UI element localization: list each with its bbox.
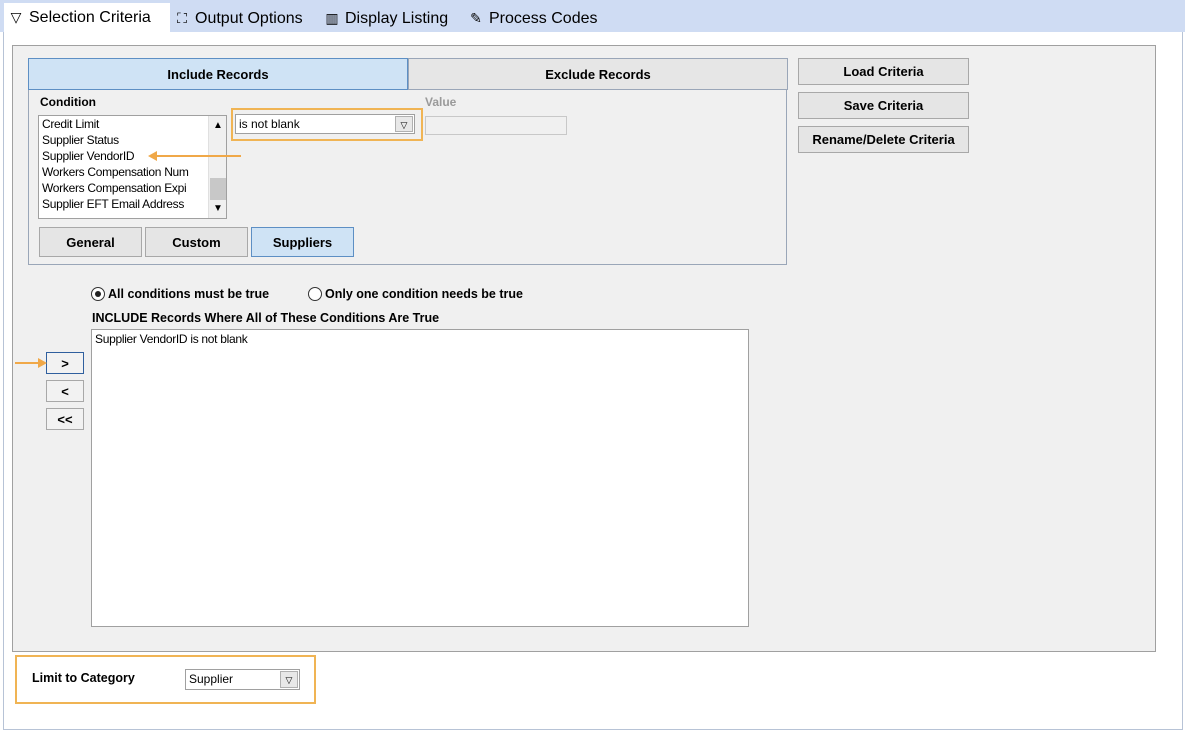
add-condition-label: > xyxy=(61,355,69,371)
value-field[interactable] xyxy=(425,116,567,135)
add-condition-button[interactable]: > xyxy=(46,352,84,374)
annotation-arrow-head xyxy=(148,151,157,161)
save-criteria-label: Save Criteria xyxy=(843,98,924,113)
suppliers-button[interactable]: Suppliers xyxy=(251,227,354,257)
table-icon: ▥ xyxy=(325,10,339,26)
chevron-down-icon[interactable]: ▽ xyxy=(280,671,298,688)
list-scrollbar[interactable]: ▲ ▼ xyxy=(208,116,226,218)
exclude-records-tab[interactable]: Exclude Records xyxy=(408,58,788,90)
tab-label: Output Options xyxy=(195,9,303,27)
remove-all-label: << xyxy=(57,411,73,427)
rename-delete-criteria-button[interactable]: Rename/Delete Criteria xyxy=(798,126,969,153)
conditions-list[interactable]: Supplier VendorID is not blank xyxy=(91,329,749,627)
limit-category-select[interactable]: Supplier ▽ xyxy=(185,669,300,690)
rename-delete-criteria-label: Rename/Delete Criteria xyxy=(812,132,955,147)
output-icon: ⛶ xyxy=(177,10,187,26)
all-conditions-radio[interactable]: All conditions must be true xyxy=(91,287,269,301)
condition-field-list[interactable]: Credit Limit Supplier Status Supplier Ve… xyxy=(38,115,227,219)
save-criteria-button[interactable]: Save Criteria xyxy=(798,92,969,119)
all-conditions-label: All conditions must be true xyxy=(108,287,270,301)
include-records-label: Include Records xyxy=(167,66,269,82)
remove-all-conditions-button[interactable]: << xyxy=(46,408,84,430)
top-tab-strip: ▽ Selection Criteria ⛶ Output Options ▥ … xyxy=(0,0,1185,32)
value-header: Value xyxy=(425,95,457,109)
tab-output-options[interactable]: ⛶ Output Options xyxy=(170,5,318,32)
radio-unchecked-icon xyxy=(308,287,322,301)
chevron-down-icon[interactable]: ▼ xyxy=(211,202,225,216)
exclude-records-label: Exclude Records xyxy=(545,66,651,82)
suppliers-button-label: Suppliers xyxy=(272,234,333,250)
annotation-arrow-head xyxy=(38,358,47,368)
list-item[interactable]: Supplier VendorID is not blank xyxy=(95,332,248,346)
list-item[interactable]: Workers Compensation Expi xyxy=(42,181,187,195)
one-condition-label: Only one condition needs be true xyxy=(325,287,523,301)
load-criteria-label: Load Criteria xyxy=(843,64,924,79)
chevron-up-icon[interactable]: ▲ xyxy=(211,119,225,133)
radio-checked-icon xyxy=(91,287,105,301)
tab-label: Display Listing xyxy=(345,9,449,27)
chevron-down-icon[interactable]: ▽ xyxy=(395,116,413,132)
annotation-arrow-line xyxy=(156,155,241,157)
list-item[interactable]: Workers Compensation Num xyxy=(42,165,189,179)
list-item[interactable]: Supplier Status xyxy=(42,133,119,147)
tab-label: Process Codes xyxy=(489,9,598,27)
condition-header: Condition xyxy=(40,95,96,109)
annotation-arrow-line xyxy=(15,362,39,364)
load-criteria-button[interactable]: Load Criteria xyxy=(798,58,969,85)
limit-category-label: Limit to Category xyxy=(32,671,135,685)
list-item[interactable]: Supplier EFT Email Address xyxy=(42,197,184,211)
tab-selection-criteria[interactable]: ▽ Selection Criteria xyxy=(4,3,170,32)
tab-display-listing[interactable]: ▥ Display Listing xyxy=(320,5,462,32)
custom-button-label: Custom xyxy=(172,234,221,250)
list-item[interactable]: Credit Limit xyxy=(42,117,99,131)
tab-label: Selection Criteria xyxy=(29,8,151,26)
operator-select[interactable]: is not blank ▽ xyxy=(235,114,415,134)
remove-condition-button[interactable]: < xyxy=(46,380,84,402)
tab-process-codes[interactable]: ✎ Process Codes xyxy=(464,5,609,32)
include-records-tab[interactable]: Include Records xyxy=(28,58,408,90)
one-condition-radio[interactable]: Only one condition needs be true xyxy=(308,287,523,301)
conditions-header: INCLUDE Records Where All of These Condi… xyxy=(92,311,440,325)
list-item[interactable]: Supplier VendorID xyxy=(42,149,135,163)
limit-category-value: Supplier xyxy=(189,672,234,686)
process-icon: ✎ xyxy=(470,10,482,26)
scrollbar-thumb[interactable] xyxy=(210,178,226,200)
filter-icon: ▽ xyxy=(10,9,22,25)
general-button[interactable]: General xyxy=(39,227,142,257)
custom-button[interactable]: Custom xyxy=(145,227,248,257)
operator-value: is not blank xyxy=(239,117,300,131)
general-button-label: General xyxy=(66,234,115,250)
remove-condition-label: < xyxy=(61,383,69,399)
